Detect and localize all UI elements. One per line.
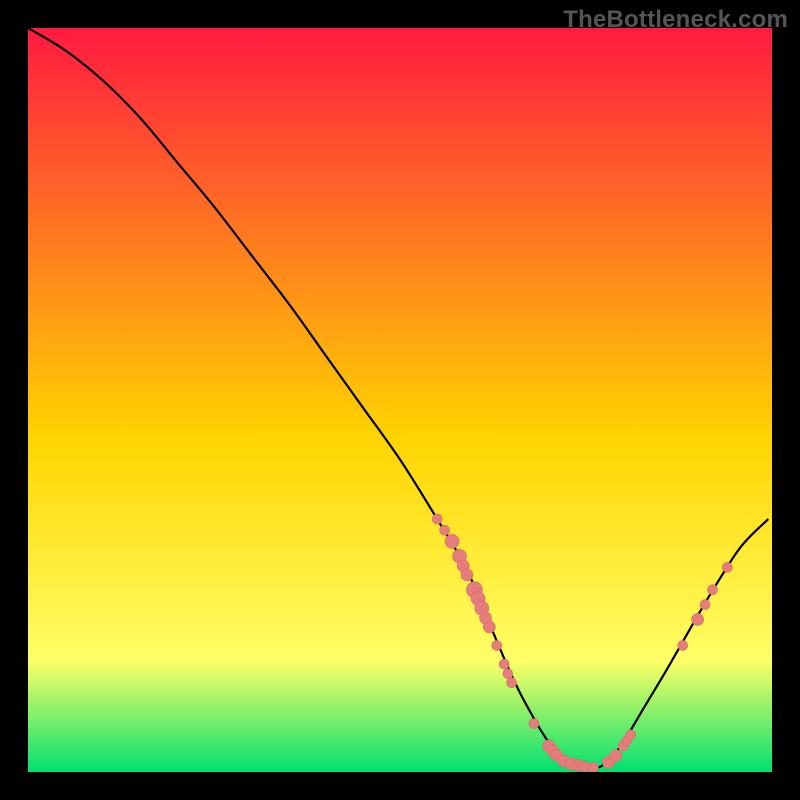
- scatter-dot: [507, 678, 517, 688]
- scatter-dot: [492, 641, 502, 651]
- scatter-dot: [529, 719, 539, 729]
- scatter-dot: [610, 750, 622, 762]
- scatter-dot: [499, 659, 509, 669]
- scatter-dot: [722, 562, 732, 572]
- scatter-dot: [692, 613, 704, 625]
- scatter-dot: [461, 569, 473, 581]
- chart-frame: TheBottleneck.com: [0, 0, 800, 800]
- scatter-dot: [678, 641, 688, 651]
- scatter-dot: [483, 621, 495, 633]
- scatter-dot: [445, 534, 459, 548]
- scatter-dot: [503, 669, 513, 679]
- scatter-dot: [588, 763, 598, 772]
- chart-svg: [28, 28, 772, 772]
- plot-background: [28, 28, 772, 772]
- plot-area: [28, 28, 772, 772]
- scatter-dot: [626, 730, 636, 740]
- scatter-dot: [707, 585, 717, 595]
- scatter-dot: [700, 600, 710, 610]
- scatter-dot: [440, 525, 450, 535]
- scatter-dot: [432, 514, 442, 524]
